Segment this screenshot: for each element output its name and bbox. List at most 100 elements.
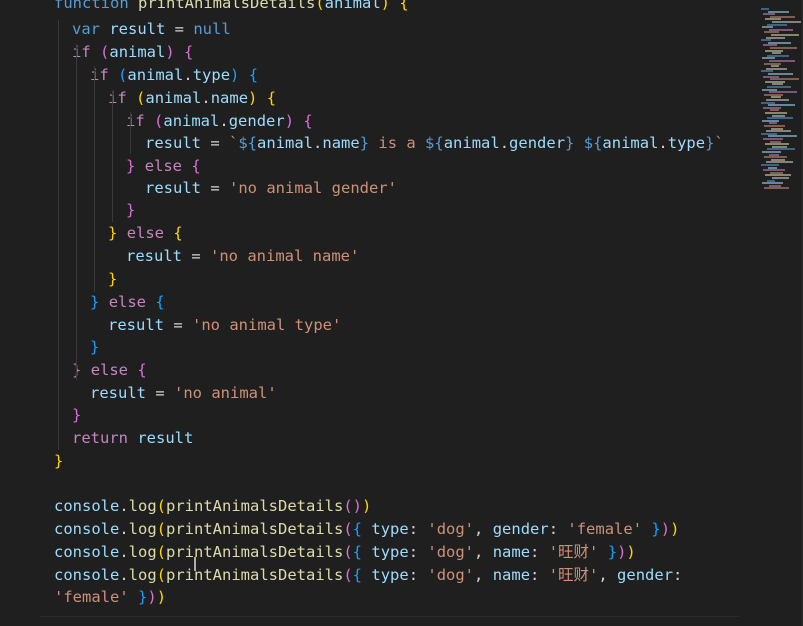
code-token: ${ <box>425 134 444 152</box>
code-token: ) <box>352 497 363 515</box>
code-token: ${ <box>583 134 603 152</box>
code-token: type <box>371 566 409 584</box>
code-token: animal <box>109 43 166 61</box>
code-token: gender <box>492 520 549 538</box>
code-token: else <box>108 293 147 311</box>
code-token: } <box>108 270 118 288</box>
code-token: null <box>193 20 231 38</box>
code-line[interactable]: result = 'no animal type' <box>108 314 341 337</box>
indent-guide <box>112 90 113 222</box>
code-line[interactable]: return result <box>72 427 193 450</box>
code-token: printAnimalsDetails <box>138 0 316 12</box>
code-token: ( <box>343 566 353 584</box>
code-token: 'female' <box>567 520 643 538</box>
code-line[interactable]: if (animal.type) { <box>90 64 258 87</box>
code-line[interactable]: console.log(printAnimalsDetails({ type: … <box>54 564 682 587</box>
code-token: if <box>90 66 109 84</box>
code-line[interactable]: } else { <box>90 291 165 314</box>
code-token: ) <box>165 43 175 61</box>
code-token: result <box>90 384 146 402</box>
code-line[interactable]: console.log(printAnimalsDetails({ type: … <box>54 518 679 541</box>
code-token: result <box>145 134 201 152</box>
minimap[interactable] <box>755 0 803 626</box>
code-line[interactable]: result = 'no animal' <box>90 382 277 405</box>
code-token: ) <box>617 543 627 561</box>
code-editor[interactable]: function printAnimalsDetails(animal) { va… <box>0 0 803 626</box>
code-token: animal <box>145 89 202 107</box>
code-line[interactable]: } <box>90 336 99 359</box>
code-token: { <box>266 89 277 107</box>
code-token: log <box>128 566 157 584</box>
code-token: 'no animal type' <box>192 316 342 334</box>
code-token: = <box>201 134 229 152</box>
code-token: var <box>72 20 100 38</box>
code-line[interactable]: } <box>72 404 81 427</box>
code-token: ) <box>147 588 157 606</box>
code-token: = <box>201 179 229 197</box>
code-line[interactable]: console.log(printAnimalsDetails({ type: … <box>54 541 636 564</box>
code-token: 'female' <box>54 588 129 606</box>
code-line[interactable]: } <box>126 199 135 222</box>
code-token: ( <box>156 566 167 584</box>
code-token: , <box>474 520 493 538</box>
code-line[interactable]: result = `${animal.name} is a ${animal.g… <box>145 132 724 155</box>
code-token: 'no animal name' <box>210 247 360 265</box>
code-token: ( <box>343 497 353 515</box>
code-token: ${ <box>238 134 258 152</box>
code-token: log <box>128 497 157 515</box>
code-line[interactable]: } <box>108 268 117 291</box>
code-token: } <box>90 293 100 311</box>
code-token: return <box>72 429 128 447</box>
code-token: ( <box>156 497 167 515</box>
code-token: . <box>219 112 229 130</box>
code-token: name <box>492 566 531 584</box>
code-line[interactable]: if (animal.gender) { <box>126 110 313 133</box>
code-line[interactable]: } else { <box>72 359 147 382</box>
code-line[interactable]: result = 'no animal name' <box>126 245 359 268</box>
code-token: : <box>530 566 549 584</box>
code-token: . <box>499 134 510 152</box>
code-line[interactable]: result = 'no animal gender' <box>145 177 397 200</box>
code-token: . <box>201 89 211 107</box>
code-token: printAnimalsDetails <box>166 520 344 538</box>
code-token: animal <box>324 0 381 12</box>
code-token: animal <box>602 134 659 152</box>
code-token: console <box>54 497 120 515</box>
code-token: '旺财' <box>548 543 599 561</box>
code-line[interactable]: } <box>54 450 63 473</box>
code-line[interactable]: } else { <box>108 222 183 245</box>
indent-guide <box>94 66 95 292</box>
code-token: 'dog' <box>427 543 475 561</box>
code-token: = <box>164 316 192 334</box>
code-token: : <box>408 543 428 561</box>
code-token: result <box>108 316 164 334</box>
indent-guide <box>58 20 59 450</box>
code-line[interactable]: 'female' })) <box>54 586 166 609</box>
code-line[interactable]: if (animal.name) { <box>108 87 276 110</box>
code-token: { <box>352 566 363 584</box>
code-token: ` <box>714 134 724 152</box>
code-token: ) <box>362 497 372 515</box>
code-token: printAnimalsDetails <box>166 543 344 561</box>
code-line[interactable]: var result = null <box>72 18 231 41</box>
code-line[interactable]: console.log(printAnimalsDetails()) <box>54 495 371 518</box>
code-line[interactable]: function printAnimalsDetails(animal) { <box>54 0 409 15</box>
code-line[interactable]: } else { <box>126 155 201 178</box>
code-area[interactable]: function printAnimalsDetails(animal) { va… <box>0 0 756 626</box>
code-token: . <box>313 134 323 152</box>
code-line[interactable]: if (animal) { <box>72 41 193 64</box>
code-token: log <box>128 520 157 538</box>
